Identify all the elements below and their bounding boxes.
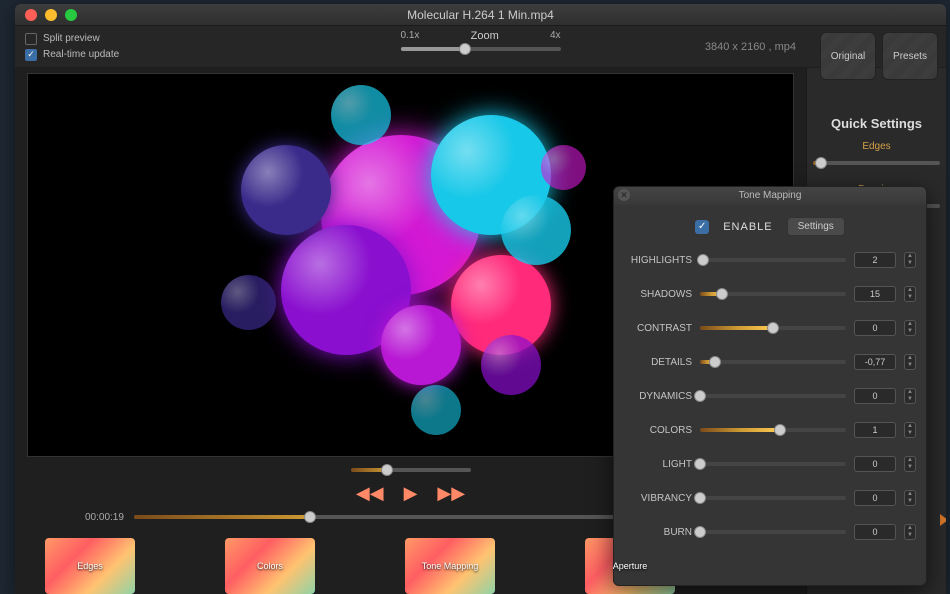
param-label: BURN [614, 527, 692, 538]
param-slider[interactable] [700, 491, 846, 505]
param-slider[interactable] [700, 525, 846, 539]
param-label: DETAILS [614, 357, 692, 368]
play-button[interactable]: ▶ [404, 483, 418, 504]
param-slider[interactable] [700, 423, 846, 437]
tone-mapping-panel: ✕ Tone Mapping ✓ ENABLE Settings HIGHLIG… [613, 186, 927, 586]
quick-settings-title: Quick Settings [813, 116, 940, 131]
param-row: SHADOWS 15 ▲▼ [614, 282, 926, 306]
resolution-label: 3840 x 2160 , mp4 [705, 41, 796, 53]
preset-thumbnail[interactable]: Tone Mapping [405, 538, 495, 594]
checkbox-icon: ✓ [25, 49, 37, 61]
panel-titlebar[interactable]: ✕ Tone Mapping [614, 187, 926, 205]
step-up-icon: ▲ [905, 457, 915, 464]
scrub-slider[interactable] [134, 510, 684, 524]
step-up-icon: ▲ [905, 491, 915, 498]
param-stepper[interactable]: ▲▼ [904, 320, 916, 336]
preset-thumbnail[interactable]: Edges [45, 538, 135, 594]
param-slider[interactable] [700, 253, 846, 267]
param-slider[interactable] [700, 355, 846, 369]
param-stepper[interactable]: ▲▼ [904, 354, 916, 370]
step-down-icon: ▼ [905, 498, 915, 505]
step-down-icon: ▼ [905, 532, 915, 539]
param-value[interactable]: 15 [854, 286, 896, 302]
step-up-icon: ▲ [905, 253, 915, 260]
step-up-icon: ▲ [905, 287, 915, 294]
param-value[interactable]: 0 [854, 524, 896, 540]
zoom-control: 0.1x Zoom 4x [401, 30, 561, 56]
presets-button[interactable]: Presets [882, 32, 938, 80]
step-up-icon: ▲ [905, 389, 915, 396]
mini-slider[interactable] [351, 463, 471, 477]
param-stepper[interactable]: ▲▼ [904, 456, 916, 472]
param-value[interactable]: 0 [854, 388, 896, 404]
param-label: VIBRANCY [614, 493, 692, 504]
param-row: DYNAMICS 0 ▲▼ [614, 384, 926, 408]
titlebar: Molecular H.264 1 Min.mp4 [15, 4, 946, 26]
param-label: COLORS [614, 425, 692, 436]
param-value[interactable]: 0 [854, 320, 896, 336]
step-down-icon: ▼ [905, 396, 915, 403]
original-button[interactable]: Original [820, 32, 876, 80]
step-up-icon: ▲ [905, 321, 915, 328]
step-down-icon: ▼ [905, 430, 915, 437]
param-slider[interactable] [700, 321, 846, 335]
realtime-update-toggle[interactable]: ✓ Real-time update [25, 49, 119, 61]
param-slider[interactable] [700, 287, 846, 301]
step-down-icon: ▼ [905, 464, 915, 471]
param-value[interactable]: 0 [854, 490, 896, 506]
split-preview-toggle[interactable]: Split preview [25, 33, 119, 45]
expand-arrow-icon[interactable] [940, 514, 946, 526]
panel-close-icon[interactable]: ✕ [618, 189, 630, 201]
param-stepper[interactable]: ▲▼ [904, 252, 916, 268]
enable-label: ENABLE [723, 221, 772, 233]
step-down-icon: ▼ [905, 294, 915, 301]
param-value[interactable]: -0,77 [854, 354, 896, 370]
param-row: BURN 0 ▲▼ [614, 520, 926, 544]
step-up-icon: ▲ [905, 423, 915, 430]
preview-content [181, 75, 641, 455]
quick-setting-label: Edges [813, 141, 940, 152]
param-value[interactable]: 0 [854, 456, 896, 472]
checkbox-icon [25, 33, 37, 45]
param-value[interactable]: 1 [854, 422, 896, 438]
param-stepper[interactable]: ▲▼ [904, 286, 916, 302]
step-down-icon: ▼ [905, 362, 915, 369]
param-stepper[interactable]: ▲▼ [904, 422, 916, 438]
param-row: DETAILS -0,77 ▲▼ [614, 350, 926, 374]
step-up-icon: ▲ [905, 525, 915, 532]
param-row: CONTRAST 0 ▲▼ [614, 316, 926, 340]
step-down-icon: ▼ [905, 328, 915, 335]
param-label: CONTRAST [614, 323, 692, 334]
param-row: COLORS 1 ▲▼ [614, 418, 926, 442]
forward-button[interactable]: ▶▶ [437, 483, 465, 504]
step-up-icon: ▲ [905, 355, 915, 362]
param-stepper[interactable]: ▲▼ [904, 388, 916, 404]
param-label: HIGHLIGHTS [614, 255, 692, 266]
param-row: HIGHLIGHTS 2 ▲▼ [614, 248, 926, 272]
param-row: LIGHT 0 ▲▼ [614, 452, 926, 476]
quick-setting-slider[interactable] [813, 156, 940, 170]
param-label: DYNAMICS [614, 391, 692, 402]
rewind-button[interactable]: ◀◀ [356, 483, 384, 504]
param-value[interactable]: 2 [854, 252, 896, 268]
step-down-icon: ▼ [905, 260, 915, 267]
param-slider[interactable] [700, 389, 846, 403]
param-stepper[interactable]: ▲▼ [904, 524, 916, 540]
param-label: LIGHT [614, 459, 692, 470]
param-row: VIBRANCY 0 ▲▼ [614, 486, 926, 510]
zoom-slider[interactable] [401, 42, 561, 56]
preset-thumbnail[interactable]: Colors [225, 538, 315, 594]
param-stepper[interactable]: ▲▼ [904, 490, 916, 506]
settings-button[interactable]: Settings [787, 217, 845, 236]
enable-checkbox[interactable]: ✓ [695, 220, 709, 234]
param-slider[interactable] [700, 457, 846, 471]
window-title: Molecular H.264 1 Min.mp4 [15, 8, 946, 22]
param-label: SHADOWS [614, 289, 692, 300]
time-current: 00:00:19 [85, 512, 124, 523]
top-toolbar: Split preview ✓ Real-time update 0.1x Zo… [15, 26, 946, 68]
